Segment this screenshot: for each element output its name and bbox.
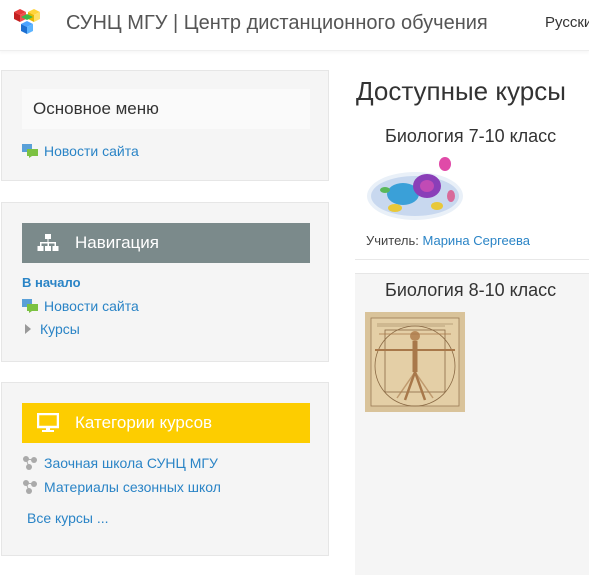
categories-block: Категории курсов Заочная школа СУНЦ МГУ … — [1, 382, 329, 556]
main-menu-title: Основное меню — [22, 89, 310, 129]
site-header: СУНЦ МГУ | Центр дистанционного обучения… — [0, 0, 589, 51]
teacher-line: Учитель: Марина Сергеева — [366, 233, 530, 248]
category-link[interactable]: Заочная школа СУНЦ МГУ — [44, 455, 218, 471]
course-title[interactable]: Биология 8-10 класс — [385, 280, 556, 301]
main-menu-item-news[interactable]: Новости сайта — [22, 143, 139, 159]
home-link[interactable]: В начало — [22, 275, 81, 290]
cubes-logo-icon[interactable] — [6, 4, 48, 42]
nav-item-courses[interactable]: Курсы — [22, 321, 80, 337]
category-icon — [23, 456, 37, 470]
news-icon — [22, 144, 38, 158]
nav-courses-link[interactable]: Курсы — [40, 321, 80, 337]
monitor-icon — [37, 413, 59, 432]
category-link[interactable]: Материалы сезонных школ — [44, 479, 221, 495]
course-title[interactable]: Биология 7-10 класс — [385, 126, 556, 147]
all-courses-row[interactable]: Все курсы ... — [27, 510, 109, 526]
news-icon — [22, 299, 38, 313]
course-card: Биология 8-10 класс — [355, 273, 589, 575]
category-item[interactable]: Заочная школа СУНЦ МГУ — [22, 455, 218, 471]
teacher-label: Учитель: — [366, 233, 419, 248]
navigation-title: Навигация — [75, 233, 159, 252]
news-link[interactable]: Новости сайта — [44, 143, 139, 159]
category-item[interactable]: Материалы сезонных школ — [22, 479, 221, 495]
navigation-block: Навигация В начало Новости сайта Курсы — [1, 202, 329, 362]
category-icon — [23, 480, 37, 494]
sitemap-icon — [37, 234, 59, 251]
categories-header: Категории курсов — [22, 403, 310, 443]
course-card: Биология 7-10 класс Учитель: Марина Серг… — [355, 120, 589, 260]
cell-image[interactable] — [365, 156, 465, 224]
teacher-link[interactable]: Марина Сергеева — [423, 233, 530, 248]
main-menu-block: Основное меню Новости сайта — [1, 70, 329, 181]
page-heading: Доступные курсы — [356, 76, 566, 106]
nav-item-news[interactable]: Новости сайта — [22, 298, 139, 314]
categories-title: Категории курсов — [75, 413, 213, 432]
nav-news-link[interactable]: Новости сайта — [44, 298, 139, 314]
triangle-right-icon[interactable] — [25, 324, 31, 334]
vitruvian-man-image[interactable] — [365, 312, 465, 412]
all-courses-link[interactable]: Все курсы ... — [27, 510, 109, 526]
language-selector[interactable]: Русский — [545, 14, 589, 31]
site-title[interactable]: СУНЦ МГУ | Центр дистанционного обучения — [66, 12, 488, 35]
navigation-header: Навигация — [22, 223, 310, 263]
nav-home[interactable]: В начало — [22, 275, 81, 290]
